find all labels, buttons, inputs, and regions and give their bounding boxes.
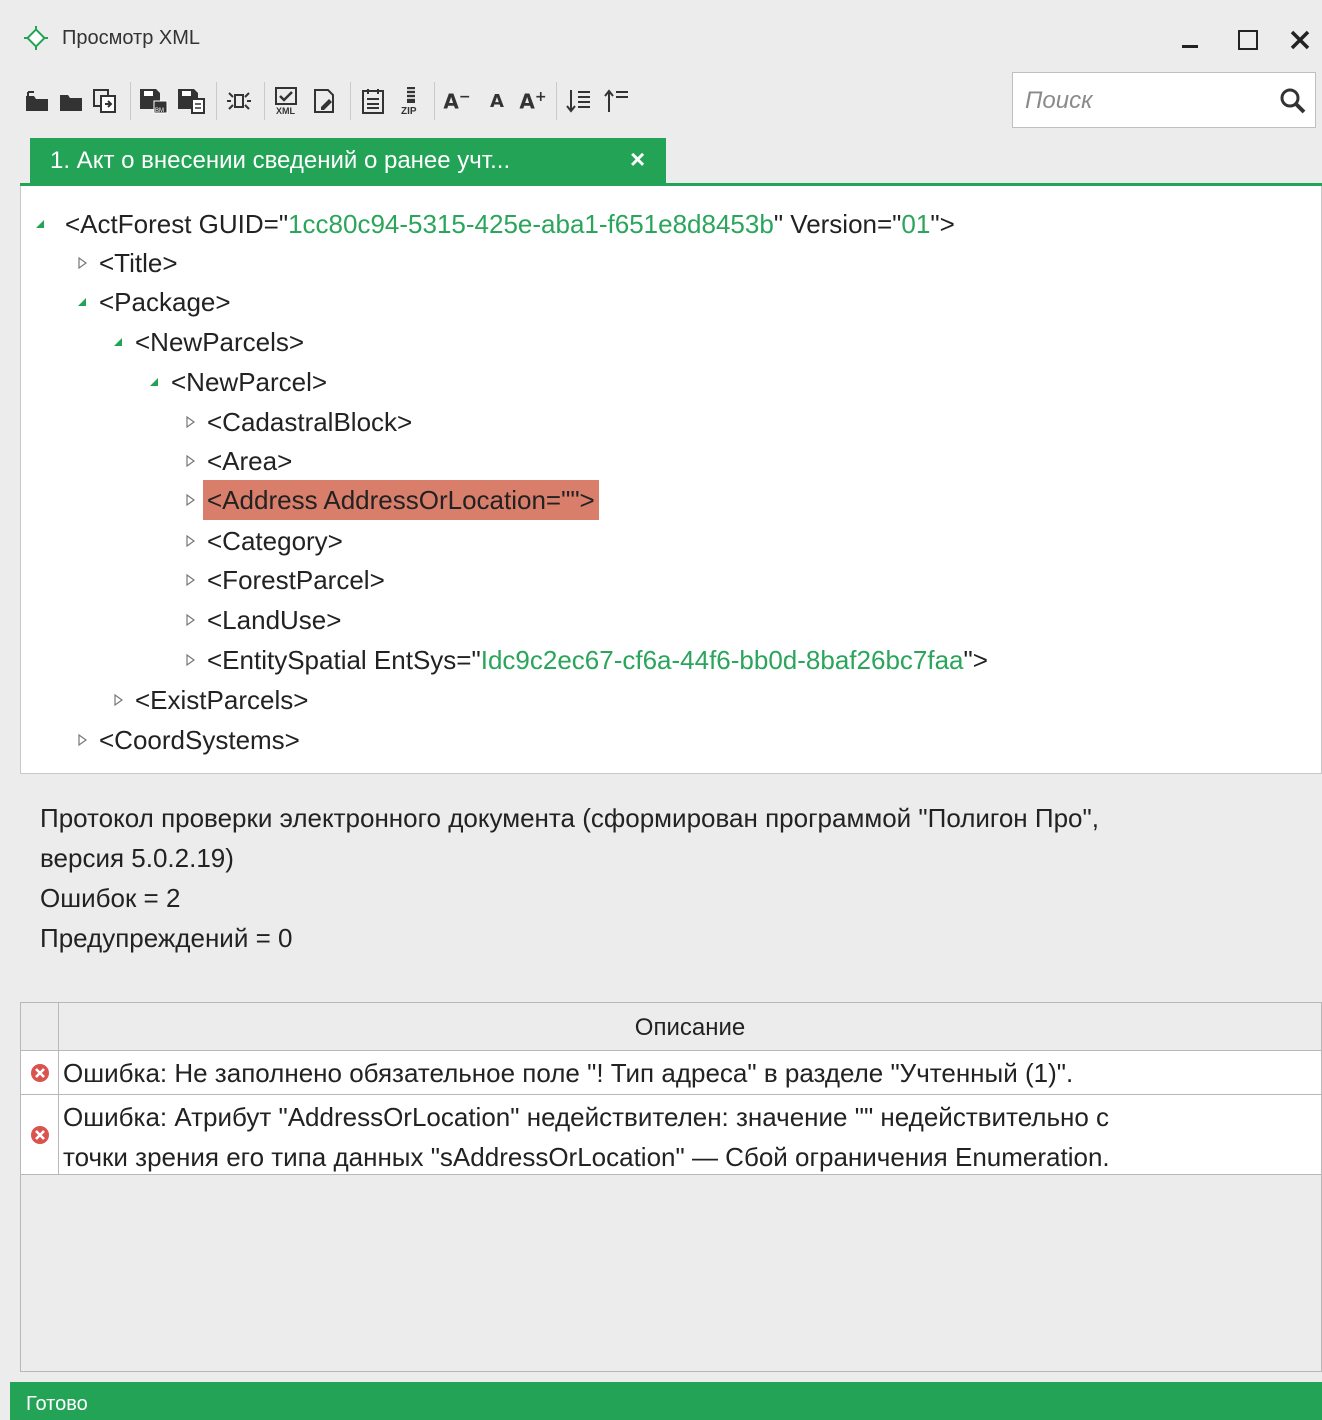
- status-bar: Готово: [10, 1382, 1322, 1420]
- warning-count: Предупреждений = 0: [40, 923, 293, 953]
- font-normal-icon: A: [490, 90, 504, 112]
- maximize-button[interactable]: [1228, 20, 1268, 60]
- calendar-icon: [362, 89, 384, 114]
- node-tag: " Version=": [773, 209, 902, 239]
- errors-table: Описание Ошибка: Не заполнено обязательн…: [20, 1002, 1322, 1372]
- node-tag: ">: [963, 645, 988, 675]
- expanded-triangle-icon[interactable]: [73, 282, 91, 322]
- sort-up-button[interactable]: [602, 84, 632, 118]
- error-highlight: <Address AddressOrLocation="">: [203, 480, 599, 520]
- sort-down-button[interactable]: [564, 84, 594, 118]
- error-icon: [30, 1063, 49, 1082]
- collapsed-triangle-icon[interactable]: [73, 243, 91, 283]
- protocol-version: версия 5.0.2.19): [40, 843, 234, 873]
- svg-text:XML: XML: [276, 106, 296, 116]
- validation-protocol: Протокол проверки электронного документа…: [40, 798, 1300, 958]
- font-increase-button[interactable]: A+: [518, 84, 548, 118]
- title-bar: Просмотр XML: [0, 0, 1322, 78]
- collapsed-triangle-icon[interactable]: [109, 680, 127, 720]
- attr-value-guid: 1cc80c94-5315-425e-aba1-f651e8d8453b: [288, 209, 774, 239]
- xml-tree: <ActForest GUID="1cc80c94-5315-425e-aba1…: [20, 186, 1322, 774]
- node-tag: <ActForest GUID=": [65, 209, 289, 239]
- sort-up-icon: [604, 89, 628, 112]
- expanded-triangle-icon[interactable]: [145, 362, 163, 402]
- convert-button[interactable]: [90, 84, 120, 118]
- table-row[interactable]: Ошибка: Атрибут "AddressOrLocation" неде…: [21, 1095, 1321, 1175]
- svg-text:BM: BM: [155, 108, 164, 114]
- attr-value-version: 01: [901, 209, 931, 239]
- app-logo-icon: [24, 26, 48, 50]
- collapsed-triangle-icon[interactable]: [181, 441, 199, 481]
- minimize-icon: [1182, 45, 1198, 48]
- calendar-button[interactable]: [358, 84, 388, 118]
- zip-button[interactable]: ZIP: [396, 84, 426, 118]
- table-row[interactable]: Ошибка: Не заполнено обязательное поле "…: [21, 1051, 1321, 1095]
- column-header-description[interactable]: Описание: [59, 1003, 1321, 1051]
- maximize-icon: [1238, 30, 1258, 50]
- font-increase-icon: A+: [519, 88, 547, 114]
- font-decrease-button[interactable]: A−: [442, 84, 472, 118]
- node-tag: <EntitySpatial EntSys=": [207, 645, 481, 675]
- open-file-button[interactable]: [22, 84, 52, 118]
- sort-down-icon: [566, 90, 590, 113]
- font-decrease-icon: A−: [443, 88, 471, 114]
- open-folder-icon: [60, 95, 82, 111]
- save-as-icon: [178, 89, 205, 114]
- convert-icon: [93, 89, 116, 113]
- save-button[interactable]: BM: [138, 84, 168, 118]
- error-description-line: точки зрения его типа данных "sAddressOr…: [63, 1142, 1110, 1172]
- tab-close-icon[interactable]: ×: [630, 144, 645, 175]
- expanded-triangle-icon[interactable]: [109, 322, 127, 362]
- save-as-button[interactable]: [176, 84, 206, 118]
- expand-all-button[interactable]: [224, 84, 254, 118]
- error-icon: [30, 1125, 49, 1144]
- svg-text:ZIP: ZIP: [401, 106, 417, 116]
- protocol-line: Протокол проверки электронного документа…: [40, 803, 1099, 833]
- minimize-button[interactable]: [1170, 20, 1210, 60]
- save-icon: BM: [140, 89, 168, 114]
- error-description: Ошибка: Атрибут "AddressOrLocation" неде…: [61, 1097, 1311, 1177]
- edit-icon: [314, 89, 334, 113]
- edit-button[interactable]: [310, 84, 340, 118]
- collapsed-triangle-icon[interactable]: [73, 720, 91, 760]
- open-folder-button[interactable]: [56, 84, 86, 118]
- error-description-line: Ошибка: Атрибут "AddressOrLocation" неде…: [63, 1102, 1110, 1132]
- collapsed-triangle-icon[interactable]: [181, 480, 199, 520]
- node-tag: ">: [930, 209, 955, 239]
- font-normal-button[interactable]: A: [482, 84, 512, 118]
- validate-xml-icon: XML: [275, 87, 297, 116]
- tab-document[interactable]: 1. Акт о внесении сведений о ранее учт..…: [30, 138, 666, 184]
- expanded-triangle-icon[interactable]: [31, 204, 49, 244]
- status-text: Готово: [26, 1393, 88, 1415]
- search-box: [1012, 72, 1316, 128]
- toolbar: BM XML ZIP A− A A+: [20, 78, 1000, 126]
- close-button[interactable]: [1280, 20, 1320, 60]
- search-input[interactable]: [1025, 85, 1265, 117]
- expand-icon: [227, 92, 251, 110]
- collapsed-triangle-icon[interactable]: [181, 402, 199, 442]
- error-count: Ошибок = 2: [40, 883, 181, 913]
- attr-value-entsys: Idc9c2ec67-cf6a-44f6-bb0d-8baf26bc7faa: [480, 645, 964, 675]
- search-icon[interactable]: [1279, 87, 1307, 115]
- collapsed-triangle-icon[interactable]: [181, 640, 199, 680]
- collapsed-triangle-icon[interactable]: [181, 560, 199, 600]
- close-icon: [1290, 30, 1310, 50]
- error-description: Ошибка: Не заполнено обязательное поле "…: [63, 1058, 1074, 1088]
- validate-xml-button[interactable]: XML: [272, 84, 302, 118]
- tab-label: 1. Акт о внесении сведений о ранее учт..…: [50, 147, 511, 174]
- collapsed-triangle-icon[interactable]: [181, 600, 199, 640]
- table-header: Описание: [21, 1003, 1321, 1051]
- open-file-icon: [26, 91, 48, 111]
- window-title: Просмотр XML: [62, 27, 201, 49]
- collapsed-triangle-icon[interactable]: [181, 521, 199, 561]
- zip-icon: ZIP: [401, 87, 417, 116]
